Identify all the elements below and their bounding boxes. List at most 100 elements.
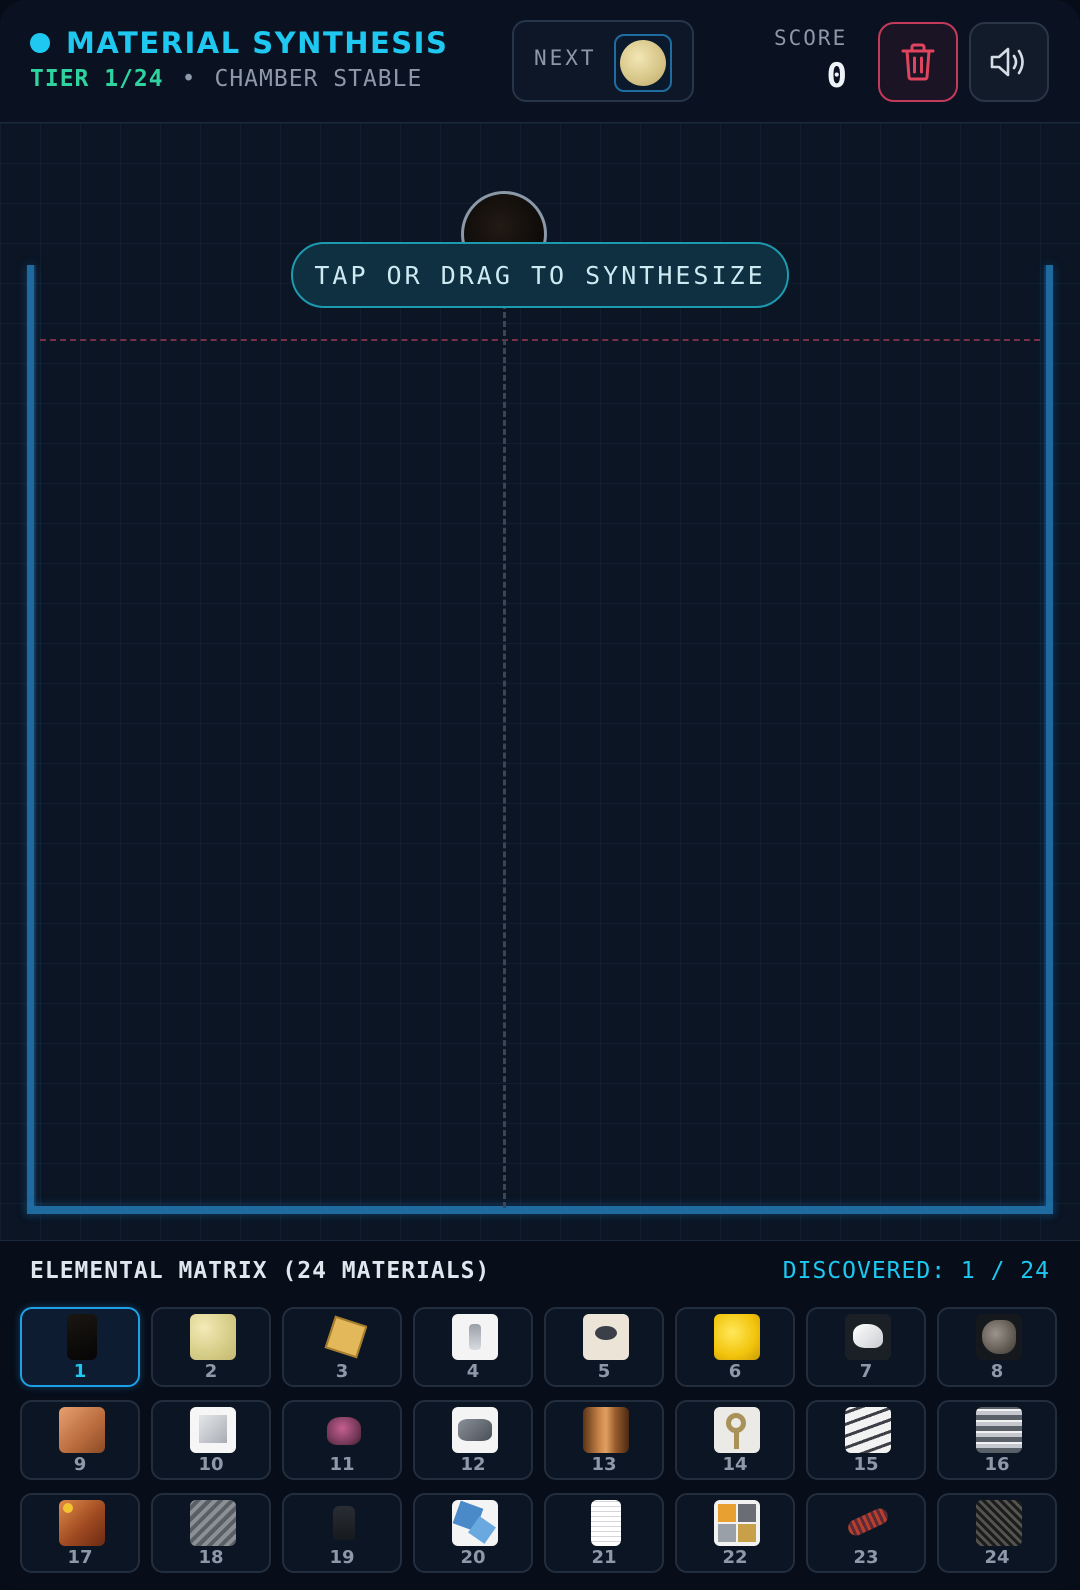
material-thumbnail: [591, 1500, 621, 1546]
material-number: 16: [984, 1454, 1010, 1475]
material-thumbnail: [976, 1314, 1022, 1360]
material-cell[interactable]: 1: [20, 1307, 140, 1387]
material-cell[interactable]: 3: [282, 1307, 402, 1387]
material-number: 4: [466, 1361, 480, 1382]
material-cell[interactable]: 9: [20, 1400, 140, 1480]
material-number: 20: [460, 1547, 486, 1568]
matrix-title: ELEMENTAL MATRIX (24 MATERIALS): [30, 1258, 491, 1284]
game-frame: MATERIAL SYNTHESIS TIER 1/24 • CHAMBER STA…: [0, 0, 1080, 1590]
material-thumbnail: [321, 1500, 367, 1546]
material-number: 5: [597, 1361, 611, 1382]
chamber-left-wall: [27, 265, 34, 1213]
material-thumbnail: [452, 1314, 498, 1360]
material-cell[interactable]: 22: [675, 1493, 795, 1573]
material-cell[interactable]: 8: [937, 1307, 1057, 1387]
chamber-right-wall: [1046, 265, 1053, 1213]
material-cell[interactable]: 5: [544, 1307, 664, 1387]
material-thumbnail: [976, 1500, 1022, 1546]
material-number: 11: [329, 1454, 355, 1475]
material-cell[interactable]: 18: [151, 1493, 271, 1573]
next-label: NEXT: [534, 46, 597, 70]
material-number: 22: [722, 1547, 748, 1568]
drop-guide-line: [503, 303, 506, 1208]
material-cell[interactable]: 19: [282, 1493, 402, 1573]
status-line: TIER 1/24 • CHAMBER STABLE: [30, 66, 422, 92]
material-number: 15: [853, 1454, 879, 1475]
clear-button[interactable]: [878, 22, 958, 102]
chamber-interior: [34, 265, 1046, 1206]
material-cell[interactable]: 13: [544, 1400, 664, 1480]
material-cell[interactable]: 7: [806, 1307, 926, 1387]
material-thumbnail: [845, 1500, 891, 1546]
material-thumbnail: [59, 1500, 105, 1546]
material-cell[interactable]: 10: [151, 1400, 271, 1480]
material-number: 21: [591, 1547, 617, 1568]
material-thumbnail: [714, 1314, 760, 1360]
trash-icon: [901, 43, 935, 81]
material-number: 17: [67, 1547, 93, 1568]
material-cell[interactable]: 11: [282, 1400, 402, 1480]
material-thumbnail: [452, 1500, 498, 1546]
next-preview: NEXT: [512, 20, 694, 102]
material-number: 19: [329, 1547, 355, 1568]
material-thumbnail: [321, 1314, 367, 1360]
material-thumbnail: [452, 1407, 498, 1453]
instruction-banner: TAP OR DRAG TO SYNTHESIZE: [291, 242, 789, 308]
material-number: 6: [728, 1361, 742, 1382]
material-number: 1: [73, 1361, 87, 1382]
material-cell[interactable]: 6: [675, 1307, 795, 1387]
chamber-status: CHAMBER STABLE: [214, 66, 423, 92]
material-cell[interactable]: 2: [151, 1307, 271, 1387]
title-text: MATERIAL SYNTHESIS: [66, 26, 449, 60]
material-number: 18: [198, 1547, 224, 1568]
status-dot-icon: [30, 33, 50, 53]
material-grid: 1 2 3 4 5 6 7 8 9 10 11 12 13 14 15 16 1…: [20, 1307, 1061, 1573]
material-number: 8: [990, 1361, 1004, 1382]
material-thumbnail: [714, 1500, 760, 1546]
material-cell[interactable]: 23: [806, 1493, 926, 1573]
score-value: 0: [826, 56, 847, 96]
material-thumbnail: [190, 1314, 236, 1360]
material-thumbnail: [190, 1500, 236, 1546]
material-cell[interactable]: 21: [544, 1493, 664, 1573]
material-number: 14: [722, 1454, 748, 1475]
material-number: 12: [460, 1454, 486, 1475]
material-cell[interactable]: 20: [413, 1493, 533, 1573]
material-number: 13: [591, 1454, 617, 1475]
tier-indicator: TIER 1/24: [30, 66, 164, 92]
material-number: 23: [853, 1547, 879, 1568]
material-number: 2: [204, 1361, 218, 1382]
separator: •: [181, 66, 197, 92]
header-bar: MATERIAL SYNTHESIS TIER 1/24 • CHAMBER STA…: [0, 0, 1080, 123]
material-cell[interactable]: 24: [937, 1493, 1057, 1573]
material-thumbnail: [190, 1407, 236, 1453]
material-thumbnail: [583, 1407, 629, 1453]
material-number: 9: [73, 1454, 87, 1475]
material-thumbnail: [845, 1314, 891, 1360]
material-number: 7: [859, 1361, 873, 1382]
next-material-orb: [620, 40, 666, 86]
material-number: 3: [335, 1361, 349, 1382]
sound-toggle-button[interactable]: [969, 22, 1049, 102]
material-cell[interactable]: 14: [675, 1400, 795, 1480]
material-cell[interactable]: 12: [413, 1400, 533, 1480]
material-cell[interactable]: 17: [20, 1493, 140, 1573]
material-number: 24: [984, 1547, 1010, 1568]
material-thumbnail: [976, 1407, 1022, 1453]
overflow-limit-line: [40, 339, 1040, 341]
score-label: SCORE: [774, 26, 848, 50]
material-cell[interactable]: 4: [413, 1307, 533, 1387]
material-thumbnail: [59, 1407, 105, 1453]
chamber-floor: [27, 1206, 1053, 1214]
material-thumbnail: [714, 1407, 760, 1453]
discovered-count: DISCOVERED: 1 / 24: [782, 1258, 1050, 1284]
material-thumbnail: [583, 1314, 629, 1360]
synthesis-chamber[interactable]: TAP OR DRAG TO SYNTHESIZE: [0, 123, 1080, 1240]
material-cell[interactable]: 16: [937, 1400, 1057, 1480]
speaker-icon: [990, 47, 1024, 77]
game-title: MATERIAL SYNTHESIS: [30, 26, 448, 60]
material-cell[interactable]: 15: [806, 1400, 926, 1480]
material-number: 10: [198, 1454, 224, 1475]
material-thumbnail: [845, 1407, 891, 1453]
material-thumbnail: [67, 1314, 97, 1360]
